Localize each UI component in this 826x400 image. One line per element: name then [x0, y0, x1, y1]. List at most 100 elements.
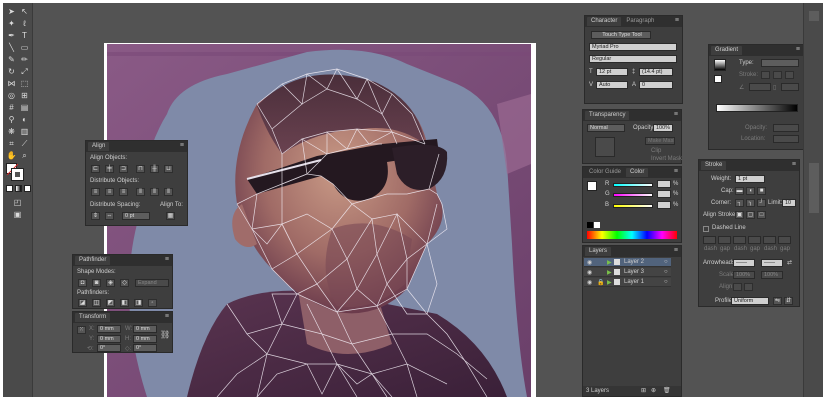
tab-align[interactable]: Align	[88, 142, 110, 151]
fill-stroke-mini-icon[interactable]	[714, 75, 722, 83]
profile-select[interactable]: Uniform	[731, 297, 769, 305]
butt-cap-icon[interactable]: ▬	[735, 187, 744, 195]
flip-across-icon[interactable]: ⇵	[784, 297, 793, 305]
tab-transparency[interactable]: Transparency	[585, 111, 630, 120]
align-bottom-icon[interactable]: ⊔	[164, 165, 173, 173]
bevel-join-icon[interactable]: ┘	[757, 199, 766, 207]
round-join-icon[interactable]: ╮	[746, 199, 755, 207]
gradient-tool-icon[interactable]: ▤	[19, 102, 30, 113]
color-mode-icon[interactable]	[6, 185, 13, 192]
g-input[interactable]	[657, 190, 671, 198]
selection-tool-icon[interactable]: ➤	[6, 6, 17, 17]
stroke-within-icon[interactable]	[761, 71, 770, 79]
align-top-icon[interactable]: ⊓	[136, 165, 145, 173]
tab-color[interactable]: Color	[626, 168, 649, 177]
crop-icon[interactable]: ◧	[120, 299, 129, 307]
align-inside-icon[interactable]: ▢	[746, 211, 755, 219]
panel-menu-icon[interactable]: ≡	[792, 161, 796, 168]
draw-mode-icon[interactable]: ◰	[12, 197, 23, 208]
gradient-slider[interactable]	[716, 104, 798, 112]
outline-icon[interactable]: ◨	[134, 299, 143, 307]
r-slider[interactable]	[613, 183, 653, 187]
expand-button[interactable]: Expand	[135, 279, 169, 287]
unite-icon[interactable]: ◘	[78, 279, 87, 287]
rectangle-tool-icon[interactable]: ▭	[19, 42, 30, 53]
dash-input-2[interactable]	[733, 236, 746, 244]
gradient-preview-swatch[interactable]	[714, 59, 726, 71]
square-cap-icon[interactable]: ■	[757, 187, 766, 195]
dashed-line-checkbox[interactable]	[703, 226, 709, 232]
distribute-bottom-icon[interactable]: ≡	[119, 188, 128, 196]
swap-arrowheads-icon[interactable]: ⇄	[787, 259, 792, 266]
screen-mode-icon[interactable]: ▣	[12, 209, 23, 220]
dock-collapse-icon[interactable]	[809, 11, 819, 21]
leading-input[interactable]: (14.4 pt)	[639, 68, 673, 76]
round-cap-icon[interactable]: ◖	[746, 187, 755, 195]
gradient-mode-icon[interactable]	[15, 185, 22, 192]
perspective-tool-icon[interactable]: ⊞	[19, 90, 30, 101]
w-input[interactable]: 0 mm	[133, 325, 157, 333]
stroke-along-icon[interactable]	[773, 71, 782, 79]
width-tool-icon[interactable]: ⋈	[6, 78, 17, 89]
distribute-left-icon[interactable]: ⦀	[136, 188, 145, 196]
free-transform-tool-icon[interactable]: ⬚	[19, 78, 30, 89]
start-scale-input[interactable]: 100%	[733, 271, 755, 279]
tab-layers[interactable]: Layers	[585, 247, 612, 256]
line-tool-icon[interactable]: ╲	[6, 42, 17, 53]
intersect-icon[interactable]: ◈	[106, 279, 115, 287]
visibility-icon[interactable]: ◉	[587, 269, 592, 276]
expand-triangle-icon[interactable]: ▶	[607, 269, 612, 276]
exclude-icon[interactable]: ◇	[120, 279, 129, 287]
tab-paragraph[interactable]: Paragraph	[622, 17, 659, 26]
align-vcenter-icon[interactable]: ╫	[150, 165, 159, 173]
distribute-top-icon[interactable]: ≡	[91, 188, 100, 196]
shear-input[interactable]: 0°	[133, 344, 157, 352]
panel-menu-icon[interactable]: ≡	[165, 313, 169, 320]
g-slider[interactable]	[613, 193, 653, 197]
x-input[interactable]: 0 mm	[97, 325, 121, 333]
distribute-vcenter-icon[interactable]: ≡	[105, 188, 114, 196]
stop-opacity-input[interactable]	[773, 124, 799, 132]
dash-input-3[interactable]	[763, 236, 776, 244]
touch-type-tool-button[interactable]: Touch Type Tool	[591, 31, 651, 39]
opacity-input[interactable]: 100%	[653, 124, 673, 132]
kerning-input[interactable]: Auto	[596, 81, 628, 89]
align-outside-icon[interactable]: □	[757, 211, 766, 219]
lasso-tool-icon[interactable]: ℓ	[19, 18, 30, 29]
align-hcenter-icon[interactable]: ╪	[105, 165, 114, 173]
color-spectrum[interactable]	[587, 231, 677, 239]
dash-input-1[interactable]	[703, 236, 716, 244]
gap-input-3[interactable]	[778, 236, 791, 244]
lock-icon[interactable]: 🔒	[597, 279, 604, 286]
scrollbar-thumb[interactable]	[809, 163, 819, 213]
spacing-input[interactable]: 0 pt	[122, 212, 150, 220]
direct-selection-tool-icon[interactable]: ↖	[19, 6, 30, 17]
minus-back-icon[interactable]: ◦	[148, 299, 157, 307]
pen-tool-icon[interactable]: ✒	[6, 30, 17, 41]
tab-color-guide[interactable]: Color Guide	[585, 168, 626, 177]
none-mode-icon[interactable]	[24, 185, 31, 192]
font-size-input[interactable]: 12 pt	[596, 68, 628, 76]
eyedropper-tool-icon[interactable]: ⚲	[6, 114, 17, 125]
invert-mask-checkbox[interactable]: Invert Mask	[651, 156, 682, 162]
start-arrowhead-select[interactable]: ——	[733, 259, 755, 267]
blend-mode-select[interactable]: Normal	[587, 124, 625, 132]
panel-menu-icon[interactable]: ≡	[180, 142, 184, 149]
angle-input[interactable]	[749, 83, 771, 91]
flip-along-icon[interactable]: ⇋	[773, 297, 782, 305]
trim-icon[interactable]: ◫	[92, 299, 101, 307]
tab-pathfinder[interactable]: Pathfinder	[75, 256, 111, 265]
gradient-type-select[interactable]	[761, 59, 799, 67]
stroke-swatch[interactable]	[11, 168, 24, 181]
new-layer-icon[interactable]: ⊕	[651, 387, 656, 394]
b-slider[interactable]	[613, 204, 653, 208]
layer-row[interactable]: ◉ ▶ Layer 3 ○	[584, 268, 671, 277]
rotate-input[interactable]: 0°	[97, 344, 121, 352]
tracking-input[interactable]: 0	[639, 81, 673, 89]
zoom-tool-icon[interactable]: ⌕	[19, 150, 30, 161]
panel-menu-icon[interactable]: ≡	[674, 168, 678, 175]
magic-wand-tool-icon[interactable]: ✦	[6, 18, 17, 29]
artboard-tool-icon[interactable]: ⌗	[6, 138, 17, 149]
hand-tool-icon[interactable]: ✋	[6, 150, 17, 161]
divide-icon[interactable]: ◪	[78, 299, 87, 307]
